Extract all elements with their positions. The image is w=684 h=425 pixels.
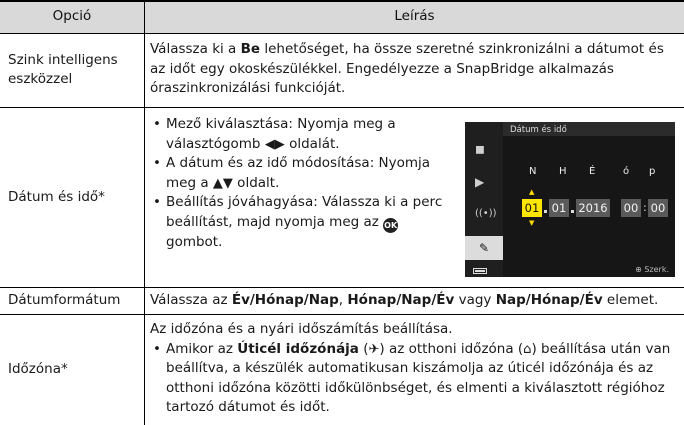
camera-screen-title: Dátum és idő bbox=[510, 125, 567, 135]
airplane-icon: ✈ bbox=[368, 341, 380, 357]
row-desc-date-format: Válassza az Év/Hónap/Nap, Hónap/Nap/Év v… bbox=[150, 292, 659, 308]
wrench-icon: ✎ bbox=[465, 236, 503, 260]
row-desc-smart-sync: Válassza ki a Be lehetőséget, ha össze s… bbox=[150, 41, 664, 96]
header-option: Opció bbox=[52, 8, 92, 24]
up-arrow-icon: ▲ bbox=[529, 188, 535, 196]
movie-camera-icon: ▶ bbox=[475, 175, 485, 189]
label-hour: ó bbox=[623, 166, 630, 177]
down-arrow-icon: ▼ bbox=[529, 219, 535, 227]
table-header: Opció Leírás bbox=[0, 0, 684, 33]
bullet-select-field: Mező kiválasztása: Nyomja meg a választó… bbox=[150, 115, 455, 154]
row-label-date-time: Dátum és idő* bbox=[8, 188, 105, 205]
ok-button-icon: OK bbox=[383, 217, 399, 233]
label-day: É bbox=[589, 166, 596, 177]
up-down-arrows-icon: ▲▼ bbox=[212, 175, 233, 191]
field-value-5[interactable]: 00 bbox=[648, 199, 668, 217]
timezone-intro: Az időzóna és a nyári időszámítás beállí… bbox=[150, 321, 453, 337]
wireless-icon: ((•)) bbox=[475, 208, 497, 219]
label-month: H bbox=[559, 166, 567, 177]
camera-footer: ⊕ Szerk. bbox=[635, 265, 669, 274]
camera-screen: ◼ ▶ ((•)) ✎ Dátum és idő N H É ó p ▲ ▼ 0… bbox=[465, 122, 675, 277]
battery-icon bbox=[473, 268, 487, 274]
bullet-confirm: Beállítás jóváhagyása: Válassza ki a per… bbox=[150, 193, 455, 252]
row-desc-timezone: Az időzóna és a nyári időszámítás beállí… bbox=[150, 320, 680, 418]
label-year: N bbox=[529, 166, 537, 177]
header-description: Leírás bbox=[394, 8, 435, 24]
row-label-date-format: Dátumformátum bbox=[8, 292, 121, 308]
row-label-smart-sync: Szink intelligens eszközzel bbox=[8, 52, 118, 87]
field-value-2[interactable]: 01 bbox=[549, 199, 569, 217]
row-label-timezone: Időzóna* bbox=[8, 361, 68, 377]
field-value-1[interactable]: 01 bbox=[522, 199, 542, 217]
left-right-arrows-icon: ◀▶ bbox=[264, 136, 285, 152]
bullet-destination: Amikor az Úticél időzónája (✈) az otthon… bbox=[150, 340, 680, 418]
bullet-modify: A dátum és az idő módosítása: Nyomja meg… bbox=[150, 154, 455, 193]
row-desc-date-time: Mező kiválasztása: Nyomja meg a választó… bbox=[150, 115, 455, 252]
field-value-3[interactable]: 2016 bbox=[576, 199, 610, 217]
camera-icon: ◼ bbox=[475, 142, 485, 156]
field-value-4[interactable]: 00 bbox=[621, 199, 641, 217]
settings-table: Opció Leírás Szink intelligens eszközzel… bbox=[0, 0, 684, 425]
label-minute: p bbox=[649, 166, 656, 177]
